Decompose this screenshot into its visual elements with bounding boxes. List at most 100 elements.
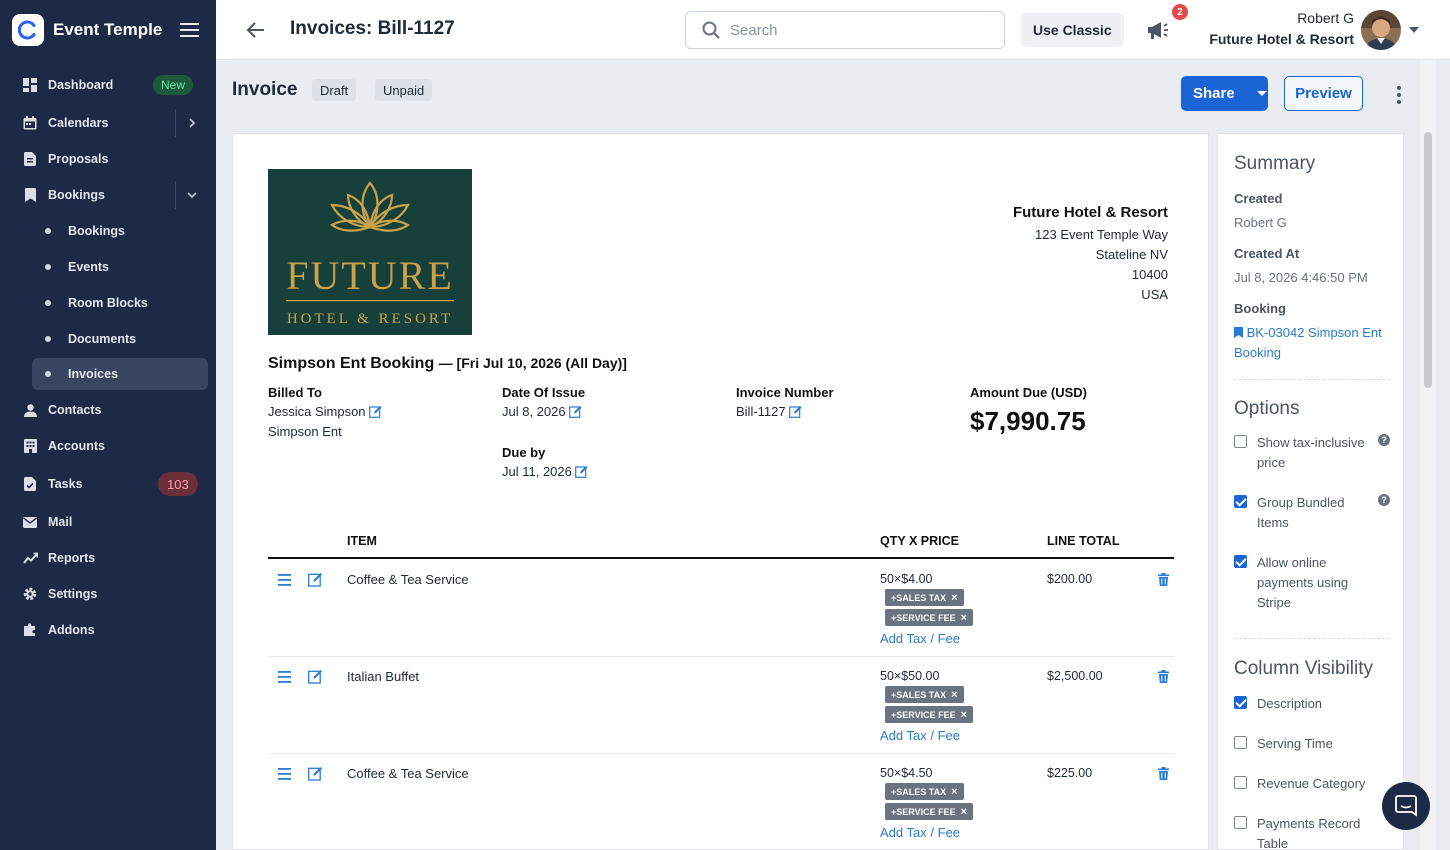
line-item-qty-price: 50×$4.50 — [880, 766, 933, 780]
sidebar-subitem-events[interactable]: Events — [0, 250, 216, 284]
group-bundled-checkbox[interactable] — [1234, 495, 1247, 508]
search-box[interactable] — [685, 11, 1005, 49]
brand[interactable]: Event Temple — [12, 14, 162, 46]
task-file-icon — [22, 476, 38, 492]
edit-icon[interactable] — [574, 465, 588, 478]
option-group-bundled[interactable]: Group Bundled Items — [1234, 493, 1394, 533]
options-title: Options — [1234, 398, 1300, 419]
drag-handle-icon[interactable] — [278, 574, 292, 586]
trash-icon[interactable] — [1158, 670, 1169, 683]
table-row: Coffee & Tea Service 50×$4.00 +SALES TAX… — [268, 560, 1174, 657]
sidebar-item-mail[interactable]: Mail — [0, 505, 216, 539]
edit-icon[interactable] — [788, 405, 802, 418]
option-tax-inclusive[interactable]: Show tax-inclusive price — [1234, 433, 1394, 473]
sidebar-item-proposals[interactable]: Proposals — [0, 142, 216, 176]
column-revenue-category[interactable]: Revenue Category — [1234, 774, 1394, 794]
description-checkbox[interactable] — [1234, 696, 1247, 709]
sidebar-item-reports[interactable]: Reports — [0, 541, 216, 575]
sales-tax-tag[interactable]: +SALES TAX × — [885, 686, 964, 703]
remove-tag-icon[interactable]: × — [951, 592, 957, 604]
menu-icon[interactable] — [180, 22, 200, 38]
search-input[interactable] — [730, 21, 980, 39]
caret-down-icon[interactable] — [1257, 90, 1267, 97]
chevron-right-icon[interactable] — [186, 117, 198, 129]
caret-down-icon[interactable] — [1409, 26, 1419, 34]
bullet-icon — [45, 371, 51, 377]
add-tax-fee-link[interactable]: Add Tax / Fee — [880, 825, 960, 840]
remove-tag-icon[interactable]: × — [961, 612, 967, 624]
sidebar-subitem-documents[interactable]: Documents — [0, 322, 216, 356]
remove-tag-icon[interactable]: × — [961, 806, 967, 818]
drag-handle-icon[interactable] — [278, 671, 292, 683]
logo-subtitle: HOTEL & RESORT — [287, 311, 453, 327]
sidebar-item-label: Events — [68, 260, 109, 274]
help-icon[interactable]: ? — [1378, 494, 1390, 506]
sidebar-item-dashboard[interactable]: Dashboard New — [0, 68, 216, 102]
payments-record-checkbox[interactable] — [1234, 816, 1247, 829]
megaphone-icon[interactable] — [1146, 19, 1170, 41]
serving-time-checkbox[interactable] — [1234, 736, 1247, 749]
sidebar-subitem-invoices[interactable]: Invoices — [32, 358, 208, 390]
sidebar-item-contacts[interactable]: Contacts — [0, 393, 216, 427]
add-tax-fee-link[interactable]: Add Tax / Fee — [880, 728, 960, 743]
revenue-category-checkbox[interactable] — [1234, 776, 1247, 789]
sales-tax-tag[interactable]: +SALES TAX × — [885, 589, 964, 606]
help-icon[interactable]: ? — [1378, 434, 1390, 446]
drag-handle-icon[interactable] — [278, 768, 292, 780]
user-organization[interactable]: Future Hotel & Resort — [1209, 31, 1354, 47]
user-name[interactable]: Robert G — [1297, 10, 1354, 26]
trash-icon[interactable] — [1158, 573, 1169, 586]
due-by-label: Due by — [502, 445, 546, 460]
use-classic-button[interactable]: Use Classic — [1021, 13, 1124, 47]
edit-icon[interactable] — [368, 405, 382, 418]
sales-tax-tag[interactable]: +SALES TAX × — [885, 783, 964, 800]
column-payments-record[interactable]: Payments Record Table — [1234, 814, 1394, 849]
sidebar-item-settings[interactable]: Settings — [0, 577, 216, 611]
building-icon — [22, 438, 38, 454]
booking-link[interactable]: BK-03042 Simpson Ent Booking — [1234, 323, 1394, 363]
column-serving-time[interactable]: Serving Time — [1234, 734, 1394, 754]
remove-tag-icon[interactable]: × — [951, 689, 957, 701]
service-fee-tag[interactable]: +SERVICE FEE × — [885, 803, 974, 820]
scrollbar[interactable] — [1420, 60, 1436, 850]
sidebar-item-calendars[interactable]: Calendars — [0, 106, 216, 140]
remove-tag-icon[interactable]: × — [951, 786, 957, 798]
divider — [1234, 379, 1390, 380]
service-fee-tag[interactable]: +SERVICE FEE × — [885, 609, 974, 626]
sidebar-subitem-room-blocks[interactable]: Room Blocks — [0, 286, 216, 320]
sidebar-item-label: Mail — [48, 515, 73, 529]
avatar[interactable] — [1361, 10, 1401, 50]
edit-icon[interactable] — [308, 766, 323, 781]
edit-icon[interactable] — [308, 669, 323, 684]
trash-icon[interactable] — [1158, 767, 1169, 780]
add-tax-fee-link[interactable]: Add Tax / Fee — [880, 631, 960, 646]
sidebar-item-bookings[interactable]: Bookings — [0, 178, 216, 212]
user-icon — [22, 402, 38, 418]
date-of-issue-text: Jul 8, 2026 — [502, 404, 566, 419]
edit-icon[interactable] — [308, 572, 323, 587]
edit-icon[interactable] — [568, 405, 582, 418]
preview-button[interactable]: Preview — [1284, 76, 1363, 111]
chat-widget-button[interactable] — [1382, 782, 1430, 830]
chevron-down-icon[interactable] — [186, 189, 198, 201]
back-arrow-icon[interactable] — [246, 20, 266, 40]
sidebar-item-addons[interactable]: Addons — [0, 613, 216, 647]
option-online-payments[interactable]: Allow online payments using Stripe — [1234, 553, 1394, 613]
scrollbar-thumb[interactable] — [1424, 132, 1432, 388]
sidebar-item-tasks[interactable]: Tasks 103 — [0, 467, 216, 501]
tax-inclusive-checkbox[interactable] — [1234, 435, 1247, 448]
column-description[interactable]: Description — [1234, 694, 1394, 714]
more-options-icon[interactable] — [1390, 84, 1408, 106]
stripe-payments-checkbox[interactable] — [1234, 555, 1247, 568]
sidebar-subitem-bookings[interactable]: Bookings — [0, 214, 216, 248]
invoice-number-label: Invoice Number — [736, 385, 834, 400]
sidebar-item-accounts[interactable]: Accounts — [0, 429, 216, 463]
sidebar-item-label: Accounts — [48, 439, 105, 453]
line-item-qty-price: 50×$4.00 — [880, 572, 933, 586]
bullet-icon — [45, 264, 51, 270]
service-fee-tag[interactable]: +SERVICE FEE × — [885, 706, 974, 723]
share-button[interactable]: Share — [1181, 76, 1268, 111]
created-at-label: Created At — [1234, 246, 1300, 261]
remove-tag-icon[interactable]: × — [961, 709, 967, 721]
line-item-total: $200.00 — [1047, 572, 1093, 586]
